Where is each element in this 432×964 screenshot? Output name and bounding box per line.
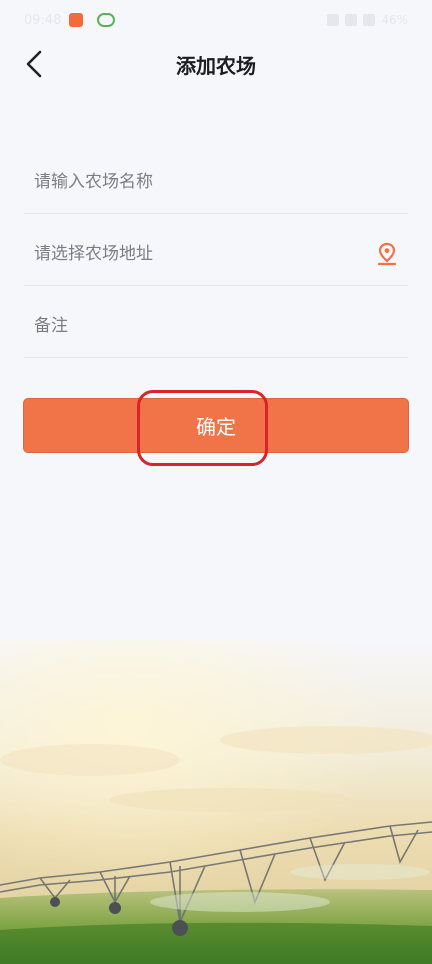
app-logo-icon [97,13,116,27]
status-bar: 09:48 46% [0,0,432,40]
wifi-icon [363,14,376,26]
farm-name-input[interactable] [34,171,408,192]
map-pin-icon[interactable] [376,242,398,266]
farm-name-field [24,150,408,214]
status-right: 46% [327,13,408,27]
farm-background-illustration [0,640,432,964]
page-title: 添加农场 [176,53,256,78]
farm-address-field [24,222,408,286]
status-left: 09:48 [24,12,116,28]
signal-icon [345,14,358,26]
farm-address-input[interactable] [34,243,408,264]
chevron-left-icon [26,50,42,78]
remark-field [24,294,408,358]
back-button[interactable] [18,48,50,80]
remark-input[interactable] [34,315,408,336]
confirm-button[interactable]: 确定 [23,398,409,453]
add-farm-form [24,150,408,358]
battery-level: 46% [381,13,408,27]
app-notification-icon [69,13,84,27]
vibrate-icon [327,14,340,26]
status-time: 09:48 [24,12,62,28]
header: 添加农场 [0,40,432,88]
